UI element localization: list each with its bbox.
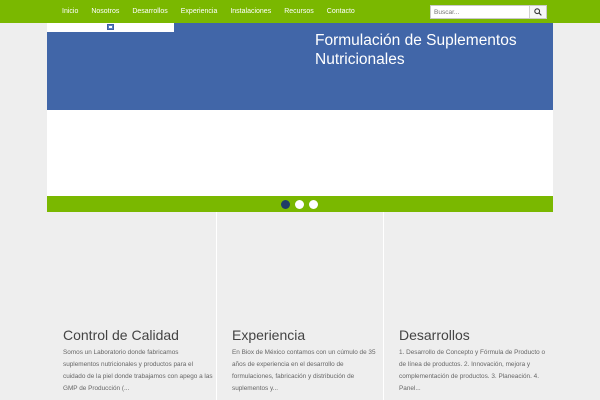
main-nav: Inicio Nosotros Desarrollos Experiencia … [62,0,368,23]
slider-image-area [47,110,553,196]
logo-strip [47,23,174,32]
feature-excerpt: En Biox de México contamos con un cúmulo… [232,349,376,392]
slider-dot-3[interactable] [309,200,318,209]
slider-pagination-band [47,196,553,212]
feature-title[interactable]: Experiencia [232,327,305,343]
nav-item-nosotros[interactable]: Nosotros [91,0,119,23]
nav-item-contacto[interactable]: Contacto [327,0,355,23]
feature-title[interactable]: Control de Calidad [63,327,179,343]
slider-dot-2[interactable] [295,200,304,209]
top-navigation-bar: Inicio Nosotros Desarrollos Experiencia … [0,0,600,23]
feature-columns: Control de Calidad Somos un Laboratorio … [47,212,553,400]
nav-item-inicio[interactable]: Inicio [62,0,78,23]
feature-excerpt: Somos un Laboratorio donde fabricamos su… [63,349,213,392]
hero-title: Formulación de Suplementos Nutricionales [315,32,517,68]
hero-slide: Formulación de Suplementos Nutricionales [47,23,553,110]
nav-item-desarrollos[interactable]: Desarrollos [132,0,167,23]
search-icon [534,8,542,16]
nav-item-recursos[interactable]: Recursos [284,0,314,23]
search-form [430,5,547,19]
feature-column-calidad: Control de Calidad Somos un Laboratorio … [47,212,216,400]
search-input[interactable] [431,6,529,18]
logo-icon[interactable] [107,24,114,30]
nav-item-experiencia[interactable]: Experiencia [181,0,218,23]
feature-title[interactable]: Desarrollos [399,327,470,343]
search-button[interactable] [529,6,546,18]
nav-item-instalaciones[interactable]: Instalaciones [230,0,271,23]
feature-column-desarrollos: Desarrollos 1. Desarrollo de Concepto y … [384,212,553,400]
feature-excerpt: 1. Desarrollo de Concepto y Fórmula de P… [399,349,545,392]
slider-dot-1[interactable] [281,200,290,209]
feature-column-experiencia: Experiencia En Biox de México contamos c… [217,212,383,400]
